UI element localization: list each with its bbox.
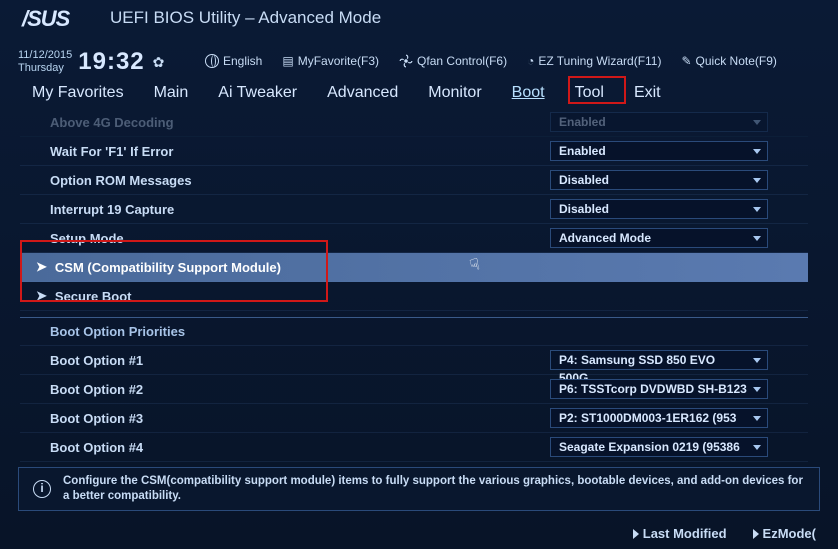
row-above-4g[interactable]: Above 4G Decoding Enabled (20, 108, 808, 137)
chevron-right-icon: ➤ (36, 288, 47, 304)
tab-advanced[interactable]: Advanced (325, 80, 400, 106)
label-int19: Interrupt 19 Capture (50, 202, 550, 217)
page-title: UEFI BIOS Utility – Advanced Mode (110, 8, 381, 28)
row-boot-3[interactable]: Boot Option #3 P2: ST1000DM003-1ER162 (9… (20, 404, 808, 433)
select-int19[interactable]: Disabled (550, 199, 768, 219)
date: 11/12/2015 (18, 49, 72, 62)
row-option-rom[interactable]: Option ROM Messages Disabled (20, 166, 808, 195)
toolbar: English ▤ MyFavorite(F3) Qfan Control(F6… (205, 54, 777, 68)
label-above-4g: Above 4G Decoding (50, 115, 550, 130)
asus-logo: /SUS (22, 6, 69, 32)
settings-panel: Above 4G Decoding Enabled Wait For 'F1' … (20, 108, 808, 461)
tab-tool[interactable]: Tool (573, 80, 606, 106)
help-bar: i Configure the CSM(compatibility suppor… (18, 467, 820, 511)
globe-icon (205, 54, 219, 68)
last-modified-label: Last Modified (643, 526, 727, 541)
select-wait-f1[interactable]: Enabled (550, 141, 768, 161)
qfan-button[interactable]: Qfan Control(F6) (399, 54, 507, 68)
ezmode-button[interactable]: EzMode( (753, 526, 816, 541)
tab-main[interactable]: Main (152, 80, 191, 106)
quicknote-button[interactable]: ✎ Quick Note(F9) (681, 54, 776, 68)
row-csm[interactable]: ➤ CSM (Compatibility Support Module) (20, 253, 808, 282)
chevron-right-icon (753, 529, 759, 539)
tab-monitor[interactable]: Monitor (426, 80, 483, 106)
language-label: English (223, 54, 262, 68)
select-above-4g[interactable]: Enabled (550, 112, 768, 132)
label-setup-mode: Setup Mode (50, 231, 550, 246)
datetime: 11/12/2015 Thursday 19:32 ✿ (18, 48, 164, 76)
select-boot-3[interactable]: P2: ST1000DM003-1ER162 (953 (550, 408, 768, 428)
row-boot-4[interactable]: Boot Option #4 Seagate Expansion 0219 (9… (20, 433, 808, 462)
page-icon: ▤ (282, 54, 293, 68)
day: Thursday (18, 62, 72, 75)
bios-screen: /SUS UEFI BIOS Utility – Advanced Mode 1… (0, 0, 838, 549)
myfavorite-button[interactable]: ▤ MyFavorite(F3) (282, 54, 379, 68)
wizard-icon: ◔ (527, 54, 534, 68)
row-secure-boot[interactable]: ➤ Secure Boot (20, 282, 808, 311)
myfavorite-label: MyFavorite(F3) (298, 54, 379, 68)
tab-aitweaker[interactable]: Ai Tweaker (216, 80, 299, 106)
label-secure-boot: Secure Boot (55, 289, 132, 304)
label-wait-f1: Wait For 'F1' If Error (50, 144, 550, 159)
select-boot-4[interactable]: Seagate Expansion 0219 (95386 (550, 437, 768, 457)
fan-icon (399, 54, 413, 68)
tab-bar: My Favorites Main Ai Tweaker Advanced Mo… (30, 80, 818, 106)
chevron-right-icon: ➤ (36, 259, 47, 275)
tab-exit[interactable]: Exit (632, 80, 663, 106)
tab-myfavorites[interactable]: My Favorites (30, 80, 126, 106)
last-modified-button[interactable]: Last Modified (633, 526, 727, 541)
label-boot-4: Boot Option #4 (50, 440, 550, 455)
eztuning-button[interactable]: ◔ EZ Tuning Wizard(F11) (527, 54, 661, 68)
time: 19:32 (78, 48, 144, 76)
row-setup-mode[interactable]: Setup Mode Advanced Mode (20, 224, 808, 253)
label-csm: CSM (Compatibility Support Module) (55, 260, 281, 275)
row-boot-1[interactable]: Boot Option #1 P4: Samsung SSD 850 EVO 5… (20, 346, 808, 375)
note-icon: ✎ (681, 54, 691, 68)
tab-boot[interactable]: Boot (510, 80, 547, 106)
gear-icon[interactable]: ✿ (153, 54, 165, 71)
eztuning-label: EZ Tuning Wizard(F11) (538, 54, 661, 68)
label-boot-2: Boot Option #2 (50, 382, 550, 397)
select-option-rom[interactable]: Disabled (550, 170, 768, 190)
chevron-right-icon (633, 529, 639, 539)
select-boot-1[interactable]: P4: Samsung SSD 850 EVO 500G (550, 350, 768, 370)
row-wait-f1[interactable]: Wait For 'F1' If Error Enabled (20, 137, 808, 166)
row-boot-2[interactable]: Boot Option #2 P6: TSSTcorp DVDWBD SH-B1… (20, 375, 808, 404)
ezmode-label: EzMode( (763, 526, 816, 541)
footer: Last Modified EzMode( (633, 526, 816, 541)
quicknote-label: Quick Note(F9) (696, 54, 777, 68)
select-boot-2[interactable]: P6: TSSTcorp DVDWBD SH-B123 (550, 379, 768, 399)
info-icon: i (33, 480, 51, 498)
language-button[interactable]: English (205, 54, 262, 68)
label-option-rom: Option ROM Messages (50, 173, 550, 188)
qfan-label: Qfan Control(F6) (417, 54, 507, 68)
label-boot-1: Boot Option #1 (50, 353, 550, 368)
select-setup-mode[interactable]: Advanced Mode (550, 228, 768, 248)
help-text: Configure the CSM(compatibility support … (63, 474, 805, 504)
label-boot-3: Boot Option #3 (50, 411, 550, 426)
row-int19[interactable]: Interrupt 19 Capture Disabled (20, 195, 808, 224)
heading-boot-priorities: Boot Option Priorities (20, 317, 808, 346)
label-priorities: Boot Option Priorities (50, 324, 185, 339)
